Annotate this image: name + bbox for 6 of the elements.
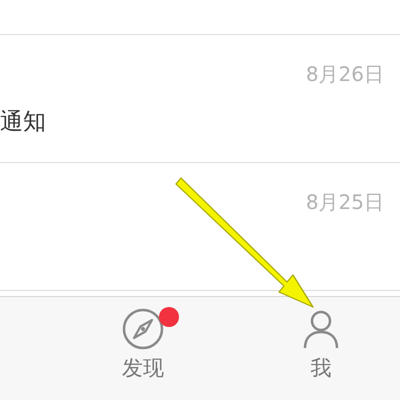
message-text: 通知 <box>0 109 46 135</box>
tab-button[interactable]: 发现 <box>100 297 186 400</box>
message-date: 8月25日 <box>306 189 384 216</box>
message-date: 8月26日 <box>306 61 384 88</box>
compass-icon <box>121 307 165 351</box>
tab-button[interactable]: 我 <box>278 297 364 400</box>
